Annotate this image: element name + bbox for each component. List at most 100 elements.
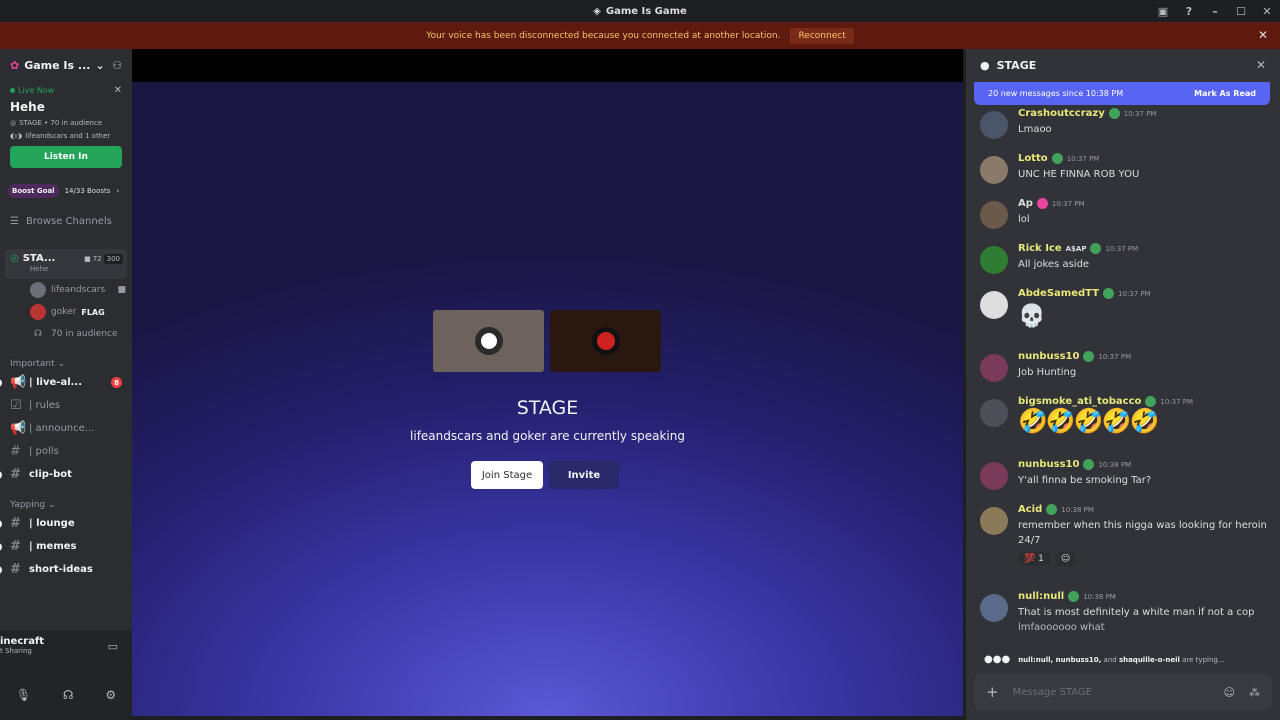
avatar[interactable]: [980, 111, 1008, 139]
reconnect-button[interactable]: Reconnect: [790, 27, 854, 44]
listen-in-button[interactable]: Listen In: [10, 146, 122, 168]
server-name: Game Is ...: [24, 58, 91, 72]
user-panel: inecraft t Sharing ▭ 🎙 ☊ ⚙: [0, 630, 132, 720]
avatar[interactable]: [980, 399, 1008, 427]
hash-icon: #: [10, 467, 21, 482]
typing-users: null:null, nunbuss10,: [1018, 655, 1102, 664]
close-icon[interactable]: ✕: [1256, 58, 1266, 72]
username[interactable]: AbdeSamedTT: [1018, 288, 1099, 299]
close-window-button[interactable]: ✕: [1254, 5, 1280, 18]
username[interactable]: Crashoutccrazy: [1018, 108, 1105, 119]
maximize-button[interactable]: ☐: [1228, 5, 1254, 18]
avatar: [591, 327, 620, 355]
member-name: lifeandscars: [51, 285, 106, 295]
channel-lounge[interactable]: # | lounge: [0, 512, 132, 535]
username[interactable]: Ap: [1018, 198, 1033, 209]
timestamp: 10:37 PM: [1066, 154, 1100, 163]
username[interactable]: Lotto: [1018, 153, 1048, 164]
gear-icon[interactable]: ⚙: [105, 688, 116, 702]
typing-and: and: [1103, 655, 1117, 664]
username[interactable]: null:null: [1018, 591, 1064, 602]
avatar[interactable]: [980, 246, 1008, 274]
invite-button[interactable]: Invite: [549, 461, 619, 489]
screen-share-icon[interactable]: ▭: [108, 640, 118, 653]
member-item[interactable]: goker FLAG: [0, 301, 132, 323]
apps-icon[interactable]: ⁂: [1249, 686, 1260, 699]
microphone-icon[interactable]: 🎙: [16, 688, 31, 702]
avatar: [30, 304, 46, 320]
member-item[interactable]: lifeandscars ■: [0, 279, 132, 301]
boost-goal[interactable]: Boost Goal 14/33 Boosts ›: [8, 184, 124, 198]
help-icon[interactable]: ?: [1176, 5, 1202, 18]
add-reaction-icon[interactable]: ☺: [1054, 552, 1077, 566]
add-member-icon[interactable]: ⚇: [112, 59, 122, 72]
unread-pill: [0, 378, 2, 387]
message-text: All jokes aside: [1018, 259, 1090, 270]
browse-channels[interactable]: ☰ Browse Channels: [0, 216, 132, 227]
message-input[interactable]: Message STAGE: [1013, 687, 1092, 698]
avatar[interactable]: [980, 462, 1008, 490]
join-stage-button[interactable]: Join Stage: [471, 461, 543, 489]
username[interactable]: nunbuss10: [1018, 351, 1079, 362]
speaker-tile[interactable]: [550, 310, 661, 372]
member-name: goker: [51, 307, 77, 317]
reaction[interactable]: 💯 1: [1018, 552, 1050, 566]
avatar[interactable]: [980, 507, 1008, 535]
message-text: Y'all finna be smoking Tar?: [1018, 475, 1152, 486]
username[interactable]: nunbuss10: [1018, 459, 1079, 470]
speaker-tile[interactable]: [433, 310, 544, 372]
list-icon: ☰: [10, 216, 19, 227]
banner-close-icon[interactable]: ✕: [1258, 28, 1268, 42]
verified-icon: [1068, 591, 1080, 602]
new-messages-bar[interactable]: 20 new messages since 10:38 PM Mark As R…: [974, 82, 1270, 105]
headphones-icon[interactable]: ☊: [63, 688, 74, 702]
server-header[interactable]: ✿ Game Is ... ⌄ ⚇: [0, 49, 132, 81]
close-icon[interactable]: ✕: [114, 85, 122, 96]
avatar: [474, 327, 503, 355]
typing-dots-icon: ●●●: [984, 654, 1011, 665]
user-count: 72: [92, 255, 102, 263]
username[interactable]: Acid: [1018, 504, 1042, 515]
channel-memes[interactable]: # | memes: [0, 535, 132, 558]
plus-icon[interactable]: +: [986, 683, 999, 701]
stage-subtitle: lifeandscars and goker are currently spe…: [410, 429, 685, 443]
inbox-icon[interactable]: ▣: [1150, 5, 1176, 18]
message: nunbuss10 10:37 PM Job Hunting: [980, 351, 1270, 382]
stage-title: STAGE: [516, 397, 579, 419]
channel-rules[interactable]: ☑ | rules: [0, 394, 132, 417]
speaker-tiles: [433, 310, 661, 372]
message-text: Job Hunting: [1018, 367, 1077, 378]
username[interactable]: bigsmoke_ati_tobacco: [1018, 396, 1141, 407]
message-composer[interactable]: + Message STAGE ☺ ⁂: [974, 674, 1272, 710]
avatar[interactable]: [980, 291, 1008, 319]
mark-as-read-button[interactable]: Mark As Read: [1194, 89, 1256, 98]
typing-last-user: shaquille-o-neil: [1118, 655, 1180, 664]
live-speakers: lifeandscars and 1 other: [25, 132, 111, 140]
stage-channel[interactable]: ◎ STA... Hehe ■ 72 300: [5, 249, 127, 279]
unread-pill: [0, 470, 2, 479]
channel-short-ideas[interactable]: # short-ideas: [0, 558, 132, 581]
disconnect-banner: Your voice has been disconnected because…: [0, 22, 1280, 49]
category-yapping[interactable]: Yapping ⌄: [0, 498, 132, 512]
live-meta: STAGE • 70 in audience: [19, 119, 103, 127]
avatar[interactable]: [980, 354, 1008, 382]
minimize-button[interactable]: –: [1202, 5, 1228, 18]
emoji-icon[interactable]: ☺: [1224, 686, 1235, 699]
avatar[interactable]: [980, 594, 1008, 622]
channel-polls[interactable]: # | polls: [0, 440, 132, 463]
message: Rick Ice A$AP 10:37 PM All jokes aside: [980, 243, 1270, 274]
boost-goal-label: Boost Goal: [8, 184, 59, 198]
username[interactable]: Rick Ice: [1018, 243, 1062, 254]
boost-progress: 14/33 Boosts: [64, 187, 111, 195]
chevron-right-icon: ›: [116, 187, 120, 195]
audience-item[interactable]: ☊ 70 in audience: [0, 323, 132, 345]
verified-icon: [1103, 288, 1115, 299]
channel-live-alerts[interactable]: 📢 | live-al... 8: [0, 371, 132, 394]
avatar[interactable]: [980, 156, 1008, 184]
channel-clip-bot[interactable]: # clip-bot: [0, 463, 132, 486]
chevron-down-icon: ⌄: [95, 58, 105, 72]
category-important[interactable]: Important ⌄: [0, 357, 132, 371]
avatar[interactable]: [980, 201, 1008, 229]
channel-name: short-ideas: [29, 564, 93, 575]
channel-announcements[interactable]: 📢 | announce...: [0, 417, 132, 440]
